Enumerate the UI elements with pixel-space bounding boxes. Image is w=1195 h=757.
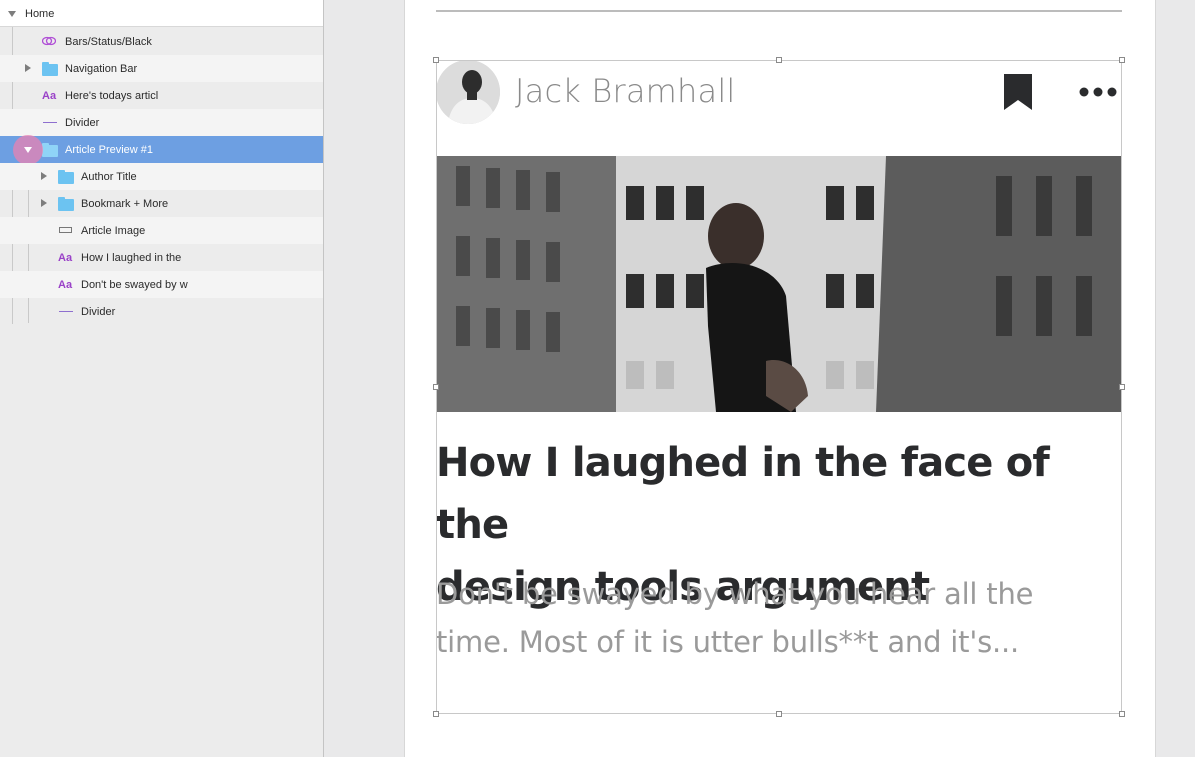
folder-icon bbox=[58, 197, 74, 211]
resize-handle-right[interactable] bbox=[1119, 384, 1125, 390]
layer-label: Navigation Bar bbox=[65, 63, 138, 75]
layer-row-divider-2[interactable]: Divider bbox=[0, 298, 323, 325]
text-layer-icon: Aa bbox=[42, 90, 57, 102]
layer-row-author-title[interactable]: Author Title bbox=[0, 163, 323, 190]
layer-row-bookmark-more[interactable]: Bookmark + More bbox=[0, 190, 323, 217]
layer-label: Divider bbox=[65, 117, 100, 129]
resize-handle-top-left[interactable] bbox=[433, 57, 439, 63]
layer-row-article-image[interactable]: Article Image bbox=[0, 217, 323, 244]
text-layer-icon: Aa bbox=[58, 279, 73, 291]
resize-handle-bottom-left[interactable] bbox=[433, 711, 439, 717]
folder-icon bbox=[42, 62, 58, 76]
disclosure-closed-icon[interactable] bbox=[41, 172, 47, 180]
resize-handle-bottom[interactable] bbox=[776, 711, 782, 717]
resize-handle-left[interactable] bbox=[433, 384, 439, 390]
top-divider bbox=[436, 10, 1122, 12]
disclosure-closed-icon[interactable] bbox=[41, 199, 47, 207]
layer-label: Article Image bbox=[81, 225, 146, 237]
resize-handle-bottom-right[interactable] bbox=[1119, 711, 1125, 717]
resize-handle-top-right[interactable] bbox=[1119, 57, 1125, 63]
resize-handle-top[interactable] bbox=[776, 57, 782, 63]
layer-row-article-preview[interactable]: Article Preview #1 bbox=[0, 136, 323, 163]
layer-label: Divider bbox=[81, 306, 116, 318]
line-icon bbox=[59, 311, 73, 312]
layer-label: How I laughed in the bbox=[81, 252, 182, 264]
layer-label: Here's todays articl bbox=[65, 90, 159, 102]
layer-row-home[interactable]: Home bbox=[0, 0, 323, 27]
layer-row-status-bar[interactable]: Bars/Status/Black bbox=[0, 28, 323, 55]
layer-row-divider[interactable]: Divider bbox=[0, 109, 323, 136]
layer-row-summary-text[interactable]: Aa Don't be swayed by w bbox=[0, 271, 323, 298]
layer-label: Article Preview #1 bbox=[65, 144, 154, 156]
folder-icon bbox=[58, 170, 74, 184]
layers-panel: Home Bars/Status/Black Navigation Bar Aa… bbox=[0, 0, 324, 757]
layer-row-navigation-bar[interactable]: Navigation Bar bbox=[0, 55, 323, 82]
layer-label: Bars/Status/Black bbox=[65, 36, 152, 48]
rectangle-icon bbox=[59, 227, 72, 233]
disclosure-open-icon[interactable] bbox=[8, 11, 16, 17]
disclosure-closed-icon[interactable] bbox=[25, 64, 31, 72]
layer-row-intro-text[interactable]: Aa Here's todays articl bbox=[0, 82, 323, 109]
folder-icon bbox=[42, 143, 58, 157]
layer-label: Author Title bbox=[81, 171, 137, 183]
layer-label: Bookmark + More bbox=[81, 198, 169, 210]
selection-bounds bbox=[436, 60, 1122, 714]
disclosure-open-icon[interactable] bbox=[24, 147, 32, 153]
text-layer-icon: Aa bbox=[58, 252, 73, 264]
symbol-icon bbox=[42, 36, 56, 46]
layer-label: Home bbox=[25, 8, 55, 20]
layer-label: Don't be swayed by w bbox=[81, 279, 188, 291]
layer-row-headline-text[interactable]: Aa How I laughed in the bbox=[0, 244, 323, 271]
line-icon bbox=[43, 122, 57, 123]
